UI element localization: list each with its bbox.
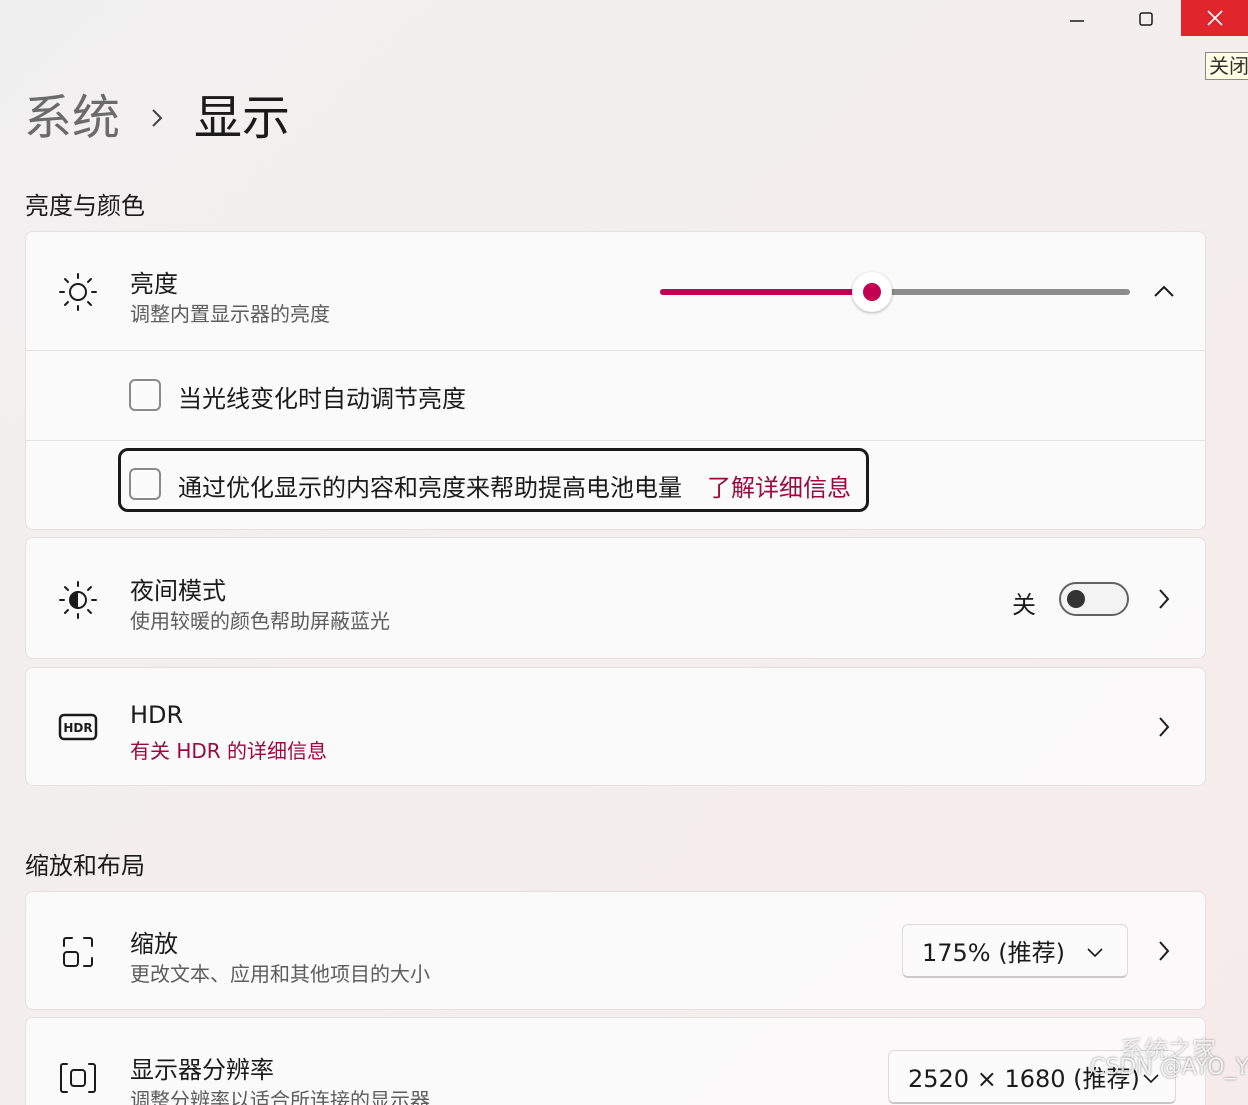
auto-adjust-row: 当光线变化时自动调节亮度 <box>26 351 1205 439</box>
resolution-card[interactable]: 显示器分辨率 调整分辨率以适合所连接的显示器 2520 × 1680 (推荐) <box>25 1017 1206 1105</box>
maximize-button[interactable] <box>1113 0 1179 36</box>
scale-title: 缩放 <box>130 930 178 958</box>
minimize-icon <box>1070 20 1084 22</box>
breadcrumb-parent[interactable]: 系统 <box>24 88 120 148</box>
maximize-icon <box>1139 12 1153 26</box>
resolution-subtitle: 调整分辨率以适合所连接的显示器 <box>130 1088 430 1105</box>
sun-icon <box>58 272 98 312</box>
chevron-right-icon <box>150 107 164 129</box>
chevron-right-icon[interactable] <box>1152 939 1176 963</box>
scale-dropdown[interactable]: 175% (推荐) <box>902 924 1128 978</box>
slider-thumb[interactable] <box>851 272 892 312</box>
divider <box>26 440 1205 441</box>
minimize-button[interactable] <box>1044 0 1110 36</box>
resolution-icon <box>58 1058 98 1098</box>
close-icon <box>1206 10 1223 26</box>
night-light-subtitle: 使用较暖的颜色帮助屏蔽蓝光 <box>130 609 390 633</box>
close-tooltip: 关闭 <box>1205 52 1248 80</box>
page-title: 显示 <box>194 90 291 146</box>
slider-fill <box>660 289 872 295</box>
chevron-right-icon[interactable] <box>1152 715 1176 739</box>
night-light-toggle[interactable] <box>1059 582 1129 616</box>
night-light-title: 夜间模式 <box>130 577 226 605</box>
svg-text:HDR: HDR <box>63 721 92 735</box>
night-light-card[interactable]: 夜间模式 使用较暖的颜色帮助屏蔽蓝光 关 <box>25 537 1206 659</box>
scale-icon <box>58 932 98 972</box>
brightness-row[interactable]: 亮度 调整内置显示器的亮度 <box>26 232 1205 350</box>
auto-adjust-checkbox[interactable] <box>129 379 161 411</box>
battery-learn-more-link[interactable]: 了解详细信息 <box>707 468 851 503</box>
watermark-credit: CSDN @AYO_YO <box>1090 1055 1248 1080</box>
brightness-slider[interactable] <box>660 272 1130 312</box>
chevron-right-icon[interactable] <box>1152 587 1176 611</box>
brightness-title: 亮度 <box>130 270 178 298</box>
night-light-icon <box>58 580 98 620</box>
auto-adjust-label[interactable]: 当光线变化时自动调节亮度 <box>178 379 466 414</box>
scale-card[interactable]: 缩放 更改文本、应用和其他项目的大小 175% (推荐) <box>25 891 1206 1010</box>
toggle-knob <box>1067 590 1085 608</box>
scale-subtitle: 更改文本、应用和其他项目的大小 <box>130 962 430 986</box>
hdr-icon: HDR <box>58 707 98 747</box>
night-light-state-label: 关 <box>1012 591 1036 619</box>
breadcrumb: 系统 显示 <box>24 88 290 148</box>
section-title-brightness: 亮度与颜色 <box>25 192 145 220</box>
chevron-up-icon[interactable] <box>1152 279 1176 303</box>
hdr-learn-more-link[interactable]: 有关 HDR 的详细信息 <box>130 735 327 764</box>
brightness-subtitle: 调整内置显示器的亮度 <box>130 302 330 326</box>
brightness-card: 亮度 调整内置显示器的亮度 当光线变化时自动调节亮度 通过优化显示的内容和亮度来… <box>25 231 1206 530</box>
battery-checkbox[interactable] <box>129 468 161 500</box>
hdr-card[interactable]: HDR HDR 有关 HDR 的详细信息 <box>25 667 1206 786</box>
close-button[interactable] <box>1181 0 1248 36</box>
hdr-title: HDR <box>130 701 184 729</box>
resolution-title: 显示器分辨率 <box>130 1056 274 1084</box>
chevron-down-icon <box>1087 943 1103 962</box>
section-title-scale: 缩放和布局 <box>25 852 145 880</box>
battery-label[interactable]: 通过优化显示的内容和亮度来帮助提高电池电量 <box>178 468 682 503</box>
scale-value: 175% (推荐) <box>922 939 1065 967</box>
